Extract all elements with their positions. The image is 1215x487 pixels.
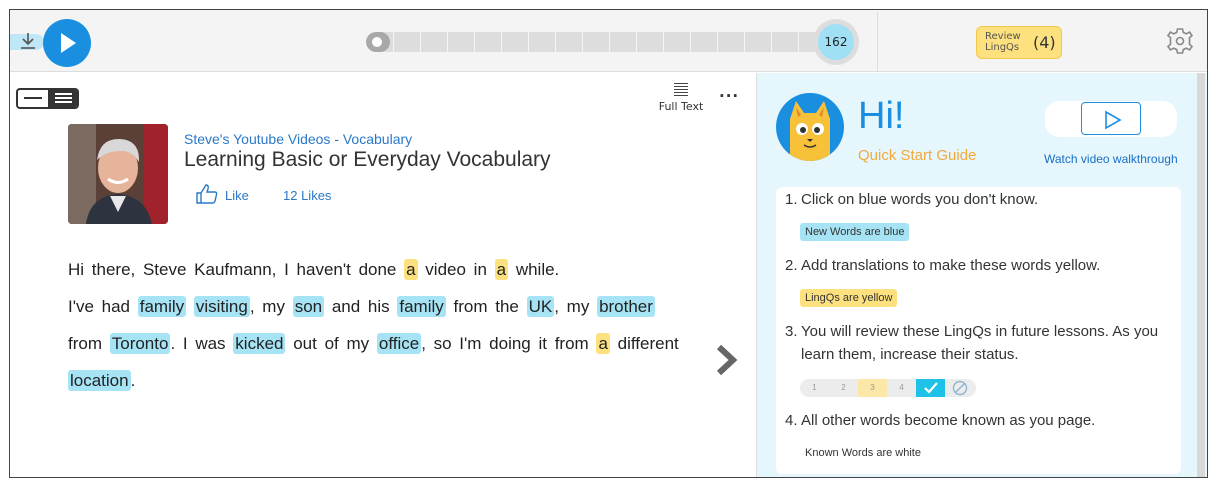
lingq-word[interactable]: a [494, 259, 509, 280]
progress-handle[interactable] [366, 32, 390, 52]
watch-video-link[interactable]: Watch video walkthrough [1044, 152, 1178, 166]
quick-start-guide-label: Quick Start Guide [858, 147, 977, 164]
new-words-pill: New Words are blue [800, 223, 910, 241]
reader-pane: Full Text ··· Steve's Youtube Videos - V… [10, 73, 756, 477]
cat-mascot-avatar [776, 93, 844, 161]
review-lingqs-button[interactable]: Review LingQs (4) [976, 26, 1062, 59]
document-icon [674, 83, 688, 96]
quick-start-steps: 1. Click on blue words you don't know. N… [776, 187, 1181, 474]
lesson-paragraph: Hi there, Steve Kaufmann, I haven't done… [68, 259, 560, 280]
divider [877, 12, 878, 72]
lesson-title: Learning Basic or Everyday Vocabulary [184, 148, 551, 171]
review-count: (4) [1033, 33, 1056, 52]
download-icon [21, 33, 35, 49]
status-1: 1 [812, 383, 817, 392]
new-word[interactable]: office [376, 333, 422, 354]
status-level-bar: 1 2 3 4 [800, 379, 976, 397]
full-text-button[interactable]: Full Text [656, 83, 706, 113]
status-2: 2 [841, 383, 846, 392]
status-3: 3 [858, 379, 887, 397]
video-play-button[interactable] [1081, 102, 1141, 135]
play-icon [1105, 110, 1122, 130]
new-word[interactable]: brother [597, 296, 655, 317]
app-frame: 162 Review LingQs (4) Full Text ··· Stev… [9, 9, 1208, 478]
like-button[interactable]: Like [225, 188, 249, 203]
lesson-progress-track[interactable] [366, 32, 830, 52]
new-word[interactable]: UK [526, 296, 555, 317]
play-button[interactable] [43, 19, 91, 67]
new-word[interactable]: location [68, 370, 131, 391]
likes-count[interactable]: 12 Likes [283, 188, 331, 203]
review-label: Review LingQs [985, 31, 1021, 53]
new-word[interactable]: son [292, 296, 325, 317]
more-options-button[interactable]: ··· [719, 87, 739, 105]
page-count: 162 [818, 24, 854, 60]
scrollbar[interactable] [1197, 73, 1205, 477]
player-bar: 162 Review LingQs (4) [10, 10, 1207, 72]
lingq-word[interactable]: a [404, 259, 418, 280]
new-word[interactable]: Toronto [109, 333, 171, 354]
video-walkthrough-area [1045, 101, 1177, 137]
new-word[interactable]: family [397, 296, 446, 317]
lesson-paragraph: I've had family visiting, my son and his… [68, 296, 679, 391]
play-icon [61, 33, 76, 53]
ignore-icon [945, 379, 974, 397]
lingq-word[interactable]: a [596, 333, 610, 354]
lesson-text: Hi there, Steve Kaufmann, I haven't done… [68, 251, 688, 407]
view-mode-toggle[interactable] [16, 88, 79, 109]
known-check-icon [916, 379, 945, 397]
sentence-mode-option[interactable] [18, 90, 48, 107]
page-count-ring: 162 [813, 19, 859, 65]
greeting: Hi! [858, 95, 905, 137]
quick-start-panel: Hi! Quick Start Guide Watch video walkth… [756, 73, 1207, 477]
status-4: 4 [899, 383, 904, 392]
lingqs-pill: LingQs are yellow [800, 289, 898, 307]
course-link[interactable]: Steve's Youtube Videos - Vocabulary [184, 131, 412, 147]
download-button[interactable] [10, 33, 44, 50]
next-page-arrow-icon[interactable] [716, 344, 738, 376]
page-mode-option[interactable] [48, 90, 77, 107]
thumbs-up-icon[interactable] [196, 184, 218, 204]
full-text-label: Full Text [658, 100, 704, 113]
new-word[interactable]: kicked [233, 333, 286, 354]
lesson-thumbnail [68, 124, 168, 224]
gear-icon[interactable] [1165, 26, 1195, 56]
new-word[interactable]: family [137, 296, 187, 317]
new-word[interactable]: visiting [193, 296, 250, 317]
known-words-pill: Known Words are white [800, 444, 926, 462]
